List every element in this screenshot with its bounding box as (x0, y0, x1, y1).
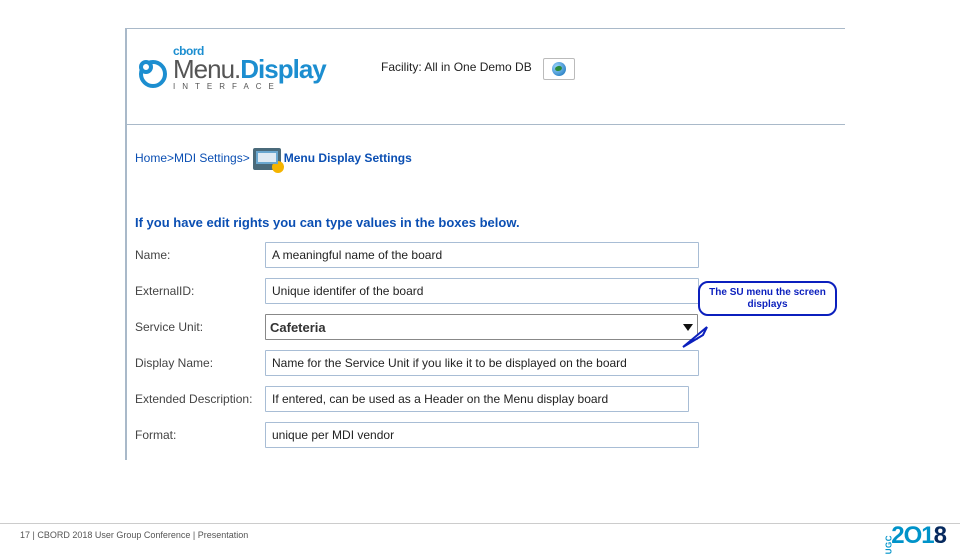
edit-rights-note: If you have edit rights you can type val… (135, 215, 520, 230)
settings-form: Name: ExternalID: Service Unit: Cafeteri… (135, 242, 845, 458)
settings-screen-icon (253, 148, 281, 170)
display-name-input[interactable] (265, 350, 699, 376)
service-unit-value: Cafeteria (270, 320, 326, 335)
callout-tail-icon (681, 325, 709, 347)
facility-picker-button[interactable] (543, 58, 575, 80)
logo-ring-icon (139, 60, 167, 88)
top-divider (125, 28, 845, 29)
format-input[interactable] (265, 422, 699, 448)
ugc-2018-logo: UGC2O18 (874, 522, 946, 550)
name-label: Name: (135, 248, 265, 262)
extended-desc-label: Extended Description: (135, 392, 265, 406)
crumb-current: Menu Display Settings (284, 151, 412, 165)
service-unit-label: Service Unit: (135, 320, 265, 334)
logo-word-display: Display (240, 54, 326, 84)
globe-icon (552, 62, 566, 76)
format-label: Format: (135, 428, 265, 442)
facility-value: All in One Demo DB (424, 60, 531, 74)
left-border (125, 28, 127, 460)
facility-label: Facility: All in One Demo DB (381, 60, 532, 74)
service-unit-select[interactable]: Cafeteria (265, 314, 698, 340)
crumb-mdi-settings[interactable]: MDI Settings (174, 151, 243, 165)
screenshot-panel: cbord Menu.Display INTERFACE Facility: A… (125, 28, 845, 460)
header-divider (125, 124, 845, 125)
breadcrumb: Home>MDI Settings> Menu Display Settings (135, 148, 412, 170)
display-name-label: Display Name: (135, 356, 265, 370)
extended-desc-input[interactable] (265, 386, 689, 412)
logo-word-menu: Menu. (173, 54, 240, 84)
slide-footer: 17 | CBORD 2018 User Group Conference | … (0, 523, 960, 524)
app-logo: cbord Menu.Display INTERFACE (137, 40, 367, 96)
external-id-label: ExternalID: (135, 284, 265, 298)
callout-bubble: The SU menu the screen displays (698, 281, 837, 316)
crumb-home[interactable]: Home (135, 151, 167, 165)
name-input[interactable] (265, 242, 699, 268)
footer-text: 17 | CBORD 2018 User Group Conference | … (20, 530, 248, 540)
external-id-input[interactable] (265, 278, 699, 304)
